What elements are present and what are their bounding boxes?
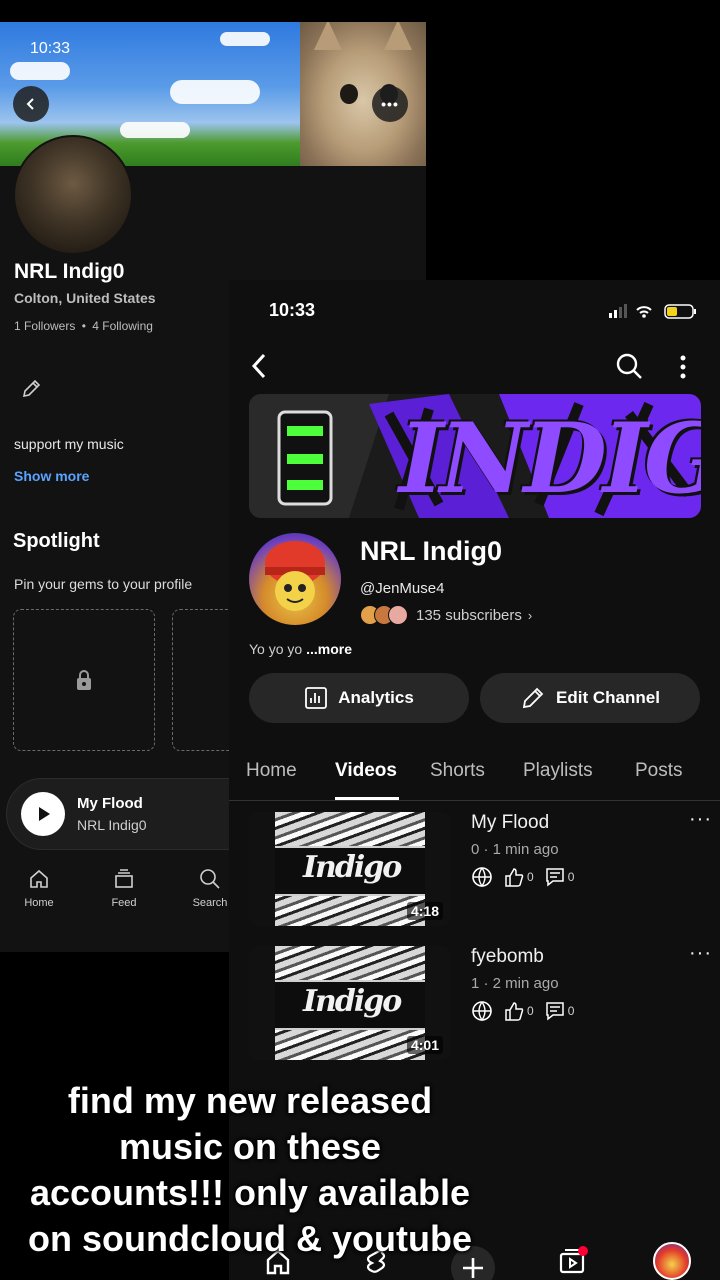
spotlight-subtitle: Pin your gems to your profile xyxy=(14,576,193,592)
video-more-button[interactable]: ··· xyxy=(689,942,712,965)
more-horizontal-icon: ••• xyxy=(381,96,399,112)
subscriber-count-label: 135 subscribers xyxy=(416,606,522,624)
active-tab-indicator xyxy=(335,797,399,800)
more-options-button[interactable]: ••• xyxy=(372,86,408,122)
thumbnail-logo: Indigo xyxy=(303,850,402,885)
spotlight-slot[interactable] xyxy=(13,609,155,751)
play-icon xyxy=(39,807,50,821)
nav-search-label: Search xyxy=(192,897,228,909)
comment-icon xyxy=(545,868,564,887)
video-item[interactable]: Indigo 4:18 My Flood 0 · 1 min ago 0 0 ·… xyxy=(249,808,711,928)
tab-shorts[interactable]: Shorts xyxy=(430,760,485,782)
nav-feed[interactable]: Feed xyxy=(94,867,154,909)
search-icon xyxy=(616,353,642,379)
chevron-right-icon: › xyxy=(527,607,533,623)
analytics-label: Analytics xyxy=(338,688,414,707)
search-button[interactable] xyxy=(615,352,643,385)
video-more-button[interactable]: ··· xyxy=(689,808,712,831)
lock-icon xyxy=(77,670,91,690)
back-button[interactable] xyxy=(13,86,49,122)
caption-overlay: find my new released music on these acco… xyxy=(28,1080,472,1259)
chevron-left-icon xyxy=(26,98,34,110)
comment-count: 0 xyxy=(544,866,575,888)
subscriptions-icon[interactable] xyxy=(557,1244,589,1280)
globe-icon xyxy=(472,867,492,888)
channel-tabs: Home Videos Shorts Playlists Posts xyxy=(229,750,720,801)
video-meta: 1 · 2 min ago xyxy=(471,975,559,992)
video-thumbnail[interactable]: Indigo 4:01 xyxy=(249,946,451,1060)
thumbs-up-icon xyxy=(505,1002,524,1021)
video-item[interactable]: Indigo 4:01 fyebomb 1 · 2 min ago 0 0 ··… xyxy=(249,942,711,1062)
video-thumbnail[interactable]: Indigo 4:18 xyxy=(249,812,451,926)
status-time: 10:33 xyxy=(30,40,71,57)
video-meta: 0 · 1 min ago xyxy=(471,841,559,858)
mini-player-track: My Flood xyxy=(77,795,143,812)
video-duration: 4:01 xyxy=(406,1036,443,1054)
video-duration: 4:18 xyxy=(406,902,443,920)
description-more-link[interactable]: ...more xyxy=(306,641,352,657)
more-vertical-button[interactable] xyxy=(677,354,689,385)
following-count[interactable]: 4 Following xyxy=(92,319,153,333)
chevron-left-icon xyxy=(251,353,266,379)
comment-icon xyxy=(545,1002,564,1021)
home-icon xyxy=(30,869,48,888)
status-time: 10:33 xyxy=(269,300,316,320)
play-button[interactable] xyxy=(21,792,65,836)
edit-channel-button[interactable]: Edit Channel xyxy=(480,673,700,723)
like-count: 0 xyxy=(503,866,534,888)
tab-posts[interactable]: Posts xyxy=(635,760,683,782)
spotlight-title: Spotlight xyxy=(13,530,100,552)
video-stats: 0 0 xyxy=(471,866,574,888)
like-count-value: 0 xyxy=(527,870,534,884)
edit-pencil-icon xyxy=(522,687,544,709)
back-button[interactable] xyxy=(249,352,269,385)
channel-handle: @JenMuse4 xyxy=(360,580,445,597)
analytics-button[interactable]: Analytics xyxy=(249,673,469,723)
avatar[interactable] xyxy=(653,1242,691,1280)
like-count-value: 0 xyxy=(527,1004,534,1018)
profile-location: Colton, United States xyxy=(14,290,156,306)
video-stats: 0 0 xyxy=(471,1000,574,1022)
tab-videos[interactable]: Videos xyxy=(335,760,397,782)
feed-icon xyxy=(115,869,133,888)
globe-icon xyxy=(472,1001,492,1022)
tab-playlists[interactable]: Playlists xyxy=(523,760,593,782)
comment-count: 0 xyxy=(544,1000,575,1022)
avatar[interactable] xyxy=(13,135,133,255)
comment-count-value: 0 xyxy=(567,1004,575,1018)
mini-player-artist: NRL Indig0 xyxy=(77,817,147,833)
edit-pencil-icon[interactable] xyxy=(20,378,42,405)
comment-count-value: 0 xyxy=(567,870,575,884)
profile-bio: support my music xyxy=(14,436,124,452)
status-icons xyxy=(607,302,707,319)
show-more-link[interactable]: Show more xyxy=(14,468,89,484)
search-icon xyxy=(200,869,220,889)
banner-text: INDIGO xyxy=(399,402,701,515)
subscriber-count[interactable]: 135 subscribers › xyxy=(360,605,532,625)
description-text: Yo yo yo xyxy=(249,641,303,657)
video-title[interactable]: My Flood xyxy=(471,812,549,834)
video-title[interactable]: fyebomb xyxy=(471,946,544,968)
channel-avatar[interactable] xyxy=(249,533,341,625)
channel-banner: INDIGO xyxy=(249,394,701,518)
thumbs-up-icon xyxy=(505,868,524,887)
analytics-icon xyxy=(305,687,328,709)
edit-channel-label: Edit Channel xyxy=(556,688,660,707)
nav-feed-label: Feed xyxy=(111,897,137,909)
subscriber-avatar xyxy=(388,605,408,625)
tab-home[interactable]: Home xyxy=(246,760,297,782)
banner-cat-image xyxy=(300,22,426,166)
thumbnail-logo: Indigo xyxy=(303,984,402,1019)
follow-counts: 1 Followers • 4 Following xyxy=(14,319,153,333)
channel-description[interactable]: Yo yo yo ...more xyxy=(249,641,352,657)
nav-home[interactable]: Home xyxy=(9,867,69,909)
followers-count[interactable]: 1 Followers xyxy=(14,319,75,333)
channel-name: NRL Indig0 xyxy=(360,536,503,566)
more-vertical-icon xyxy=(680,355,686,379)
nav-home-label: Home xyxy=(24,897,54,909)
profile-name: NRL Indig0 xyxy=(14,260,125,283)
like-count: 0 xyxy=(503,1000,534,1022)
